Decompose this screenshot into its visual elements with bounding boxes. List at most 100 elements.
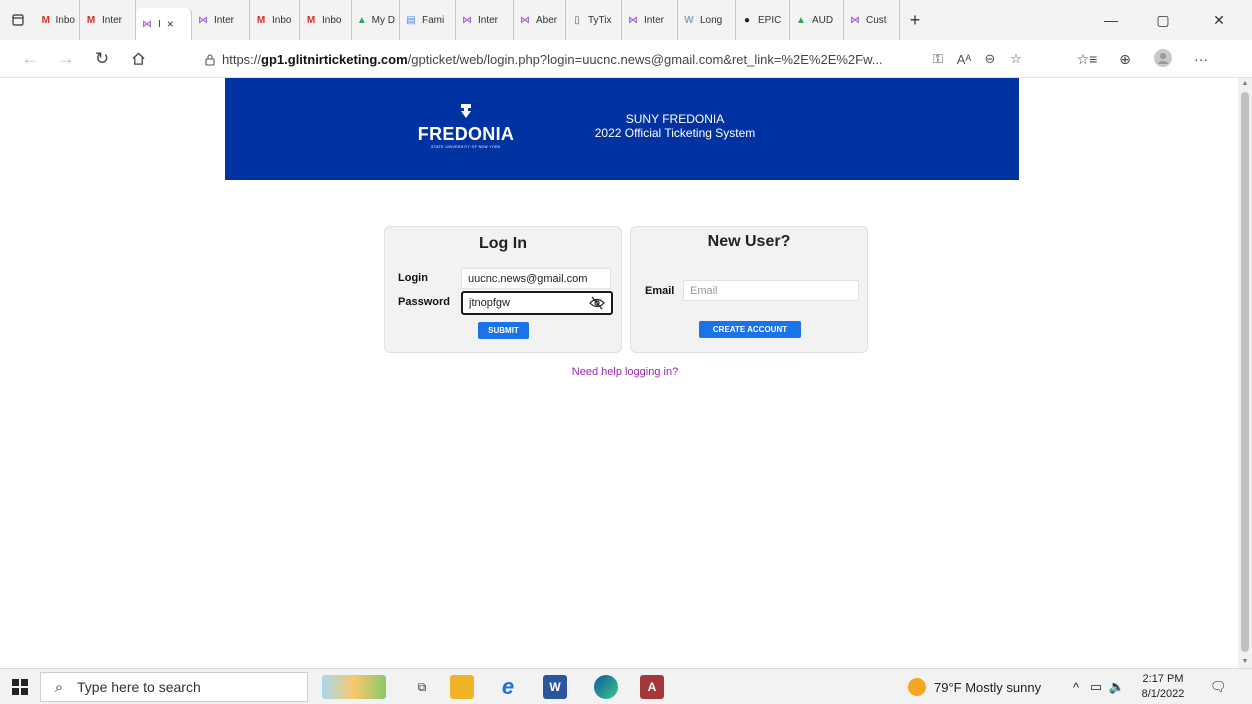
word-icon[interactable]: W: [543, 675, 567, 699]
gmail-icon: M: [306, 14, 316, 26]
refresh-button[interactable]: ↻: [84, 40, 120, 78]
tab-7[interactable]: ▤ Fami: [400, 0, 456, 40]
tab-label: I: [158, 18, 161, 30]
access-icon[interactable]: A: [640, 675, 664, 699]
weather-text: 79°F Mostly sunny: [934, 679, 1042, 695]
tab-4[interactable]: M Inbo: [250, 0, 300, 40]
search-icon: ⌕: [54, 678, 64, 696]
taskbar-search[interactable]: ⌕ Type here to search: [40, 672, 308, 702]
password-field[interactable]: jtnopfgw: [461, 291, 613, 315]
read-aloud-icon[interactable]: Aᴬ: [951, 52, 977, 67]
tab-label: Cust: [866, 14, 887, 26]
help-link[interactable]: Need help logging in?: [540, 366, 710, 378]
tab-12[interactable]: W Long: [678, 0, 736, 40]
password-value: jtnopfgw: [469, 297, 510, 309]
epic-icon: ●: [743, 14, 751, 26]
close-window-button[interactable]: ✕: [1196, 0, 1242, 40]
password-label: Password: [398, 296, 450, 308]
minimize-button[interactable]: —: [1088, 0, 1134, 40]
tray-overflow-icon[interactable]: ^: [1066, 680, 1086, 695]
back-button[interactable]: ←: [12, 40, 48, 78]
back-arrow-icon: ←: [21, 48, 39, 68]
tab-10[interactable]: ▯ TyTix: [566, 0, 622, 40]
gmail-icon: M: [41, 14, 50, 26]
docs-icon: ▤: [406, 14, 416, 26]
tab-1[interactable]: M Inter: [80, 0, 136, 40]
toolbar: ☆≡ ⊕ ···: [1068, 40, 1220, 78]
tab-strip: M Inbo M Inter ⋈ I × ⋈ Inter M Inbo M Inbo ▲ My D ▤ Fami…: [0, 0, 1252, 40]
wordpress-icon: W: [684, 14, 694, 26]
tab-6[interactable]: ▲ My D: [352, 0, 400, 40]
submit-button[interactable]: SUBMIT: [478, 322, 529, 339]
tab-14[interactable]: ▲ AUD: [790, 0, 844, 40]
profile-avatar-icon[interactable]: [1144, 48, 1182, 70]
site-icon: ⋈: [198, 14, 208, 26]
tab-label: Long: [700, 14, 723, 26]
task-view-icon[interactable]: ⧉: [410, 675, 434, 699]
taskbar: ⌕ Type here to search ⧉ e W A 79°F Mostl…: [0, 668, 1252, 704]
site-icon: ⋈: [628, 14, 638, 26]
password-key-icon[interactable]: ⚿: [925, 51, 951, 67]
notifications-button[interactable]: 🗨: [1210, 669, 1227, 704]
hide-password-icon[interactable]: [589, 296, 605, 313]
header-banner: FREDONIA STATE UNIVERSITY OF NEW YORK SU…: [225, 78, 1019, 180]
scroll-down-icon[interactable]: ▼: [1238, 656, 1252, 668]
tab-label: Inter: [102, 14, 123, 26]
home-button[interactable]: [120, 40, 156, 78]
tab-15[interactable]: ⋈ Cust: [844, 0, 900, 40]
tab-actions-button[interactable]: [0, 0, 36, 40]
create-account-button[interactable]: CREATE ACCOUNT: [699, 321, 801, 338]
clock-time: 2:17 PM: [1142, 673, 1184, 685]
windows-icon: [12, 679, 28, 695]
notification-icon: 🗨: [1210, 679, 1227, 694]
login-card: Log In Login uucnc.news@gmail.com Passwo…: [384, 226, 622, 353]
tab-label: Inter: [214, 14, 235, 26]
scroll-up-icon[interactable]: ▲: [1238, 78, 1252, 90]
favorites-icon[interactable]: ☆≡: [1068, 51, 1106, 68]
site-icon: ⋈: [462, 14, 472, 26]
tab-label: TyTix: [588, 14, 612, 26]
start-button[interactable]: [12, 679, 28, 695]
site-icon: ⋈: [520, 14, 530, 26]
volume-icon[interactable]: 🔈: [1106, 679, 1128, 695]
news-widget-icon[interactable]: [322, 675, 386, 699]
internet-explorer-icon[interactable]: e: [496, 674, 520, 699]
tab-8[interactable]: ⋈ Inter: [456, 0, 514, 40]
edge-icon[interactable]: [594, 675, 618, 699]
restore-button[interactable]: ▢: [1140, 0, 1186, 40]
more-menu-icon[interactable]: ···: [1182, 51, 1220, 67]
tab-11[interactable]: ⋈ Inter: [622, 0, 678, 40]
banner-line-1: SUNY FREDONIA: [625, 112, 725, 126]
tab-13[interactable]: ● EPIC: [736, 0, 790, 40]
tab-label: Inter: [478, 14, 499, 26]
collections-icon[interactable]: ⊕: [1106, 51, 1144, 68]
scroll-thumb[interactable]: [1241, 92, 1249, 652]
forward-button[interactable]: →: [48, 40, 84, 78]
browser-window: M Inbo M Inter ⋈ I × ⋈ Inter M Inbo M Inbo ▲ My D ▤ Fami…: [0, 0, 1252, 704]
page-scrollbar[interactable]: ▲ ▼: [1238, 78, 1252, 668]
file-explorer-icon[interactable]: [450, 675, 474, 699]
email-field[interactable]: Email: [683, 280, 859, 301]
weather-widget[interactable]: 79°F Mostly sunny: [908, 669, 1041, 704]
tab-label: Fami: [422, 14, 445, 26]
address-bar-actions: ⚿ Aᴬ ⊖ ☆: [925, 40, 1029, 78]
clock[interactable]: 2:17 PM 8/1/2022: [1133, 672, 1193, 702]
forward-arrow-icon: →: [57, 48, 75, 68]
login-title: Log In: [479, 235, 527, 252]
tab-2[interactable]: ⋈ I ×: [136, 8, 192, 40]
tab-9[interactable]: ⋈ Aber: [514, 0, 566, 40]
logo-tagline: STATE UNIVERSITY OF NEW YORK: [431, 145, 501, 149]
login-field[interactable]: uucnc.news@gmail.com: [461, 268, 611, 289]
site-icon: ⋈: [142, 18, 152, 30]
new-tab-button[interactable]: +: [900, 10, 930, 31]
tab-label: Inbo: [322, 14, 342, 26]
network-icon[interactable]: ▭: [1086, 679, 1106, 695]
tab-5[interactable]: M Inbo: [300, 0, 352, 40]
banner-title: SUNY FREDONIA 2022 Official Ticketing Sy…: [575, 112, 775, 140]
tab-3[interactable]: ⋈ Inter: [192, 0, 250, 40]
weather-sun-icon: [908, 678, 926, 696]
tab-0[interactable]: M Inbo: [36, 0, 80, 40]
favorite-add-icon[interactable]: ☆: [1003, 51, 1029, 67]
zoom-icon[interactable]: ⊖: [977, 51, 1003, 67]
tab-close-icon[interactable]: ×: [167, 17, 174, 31]
